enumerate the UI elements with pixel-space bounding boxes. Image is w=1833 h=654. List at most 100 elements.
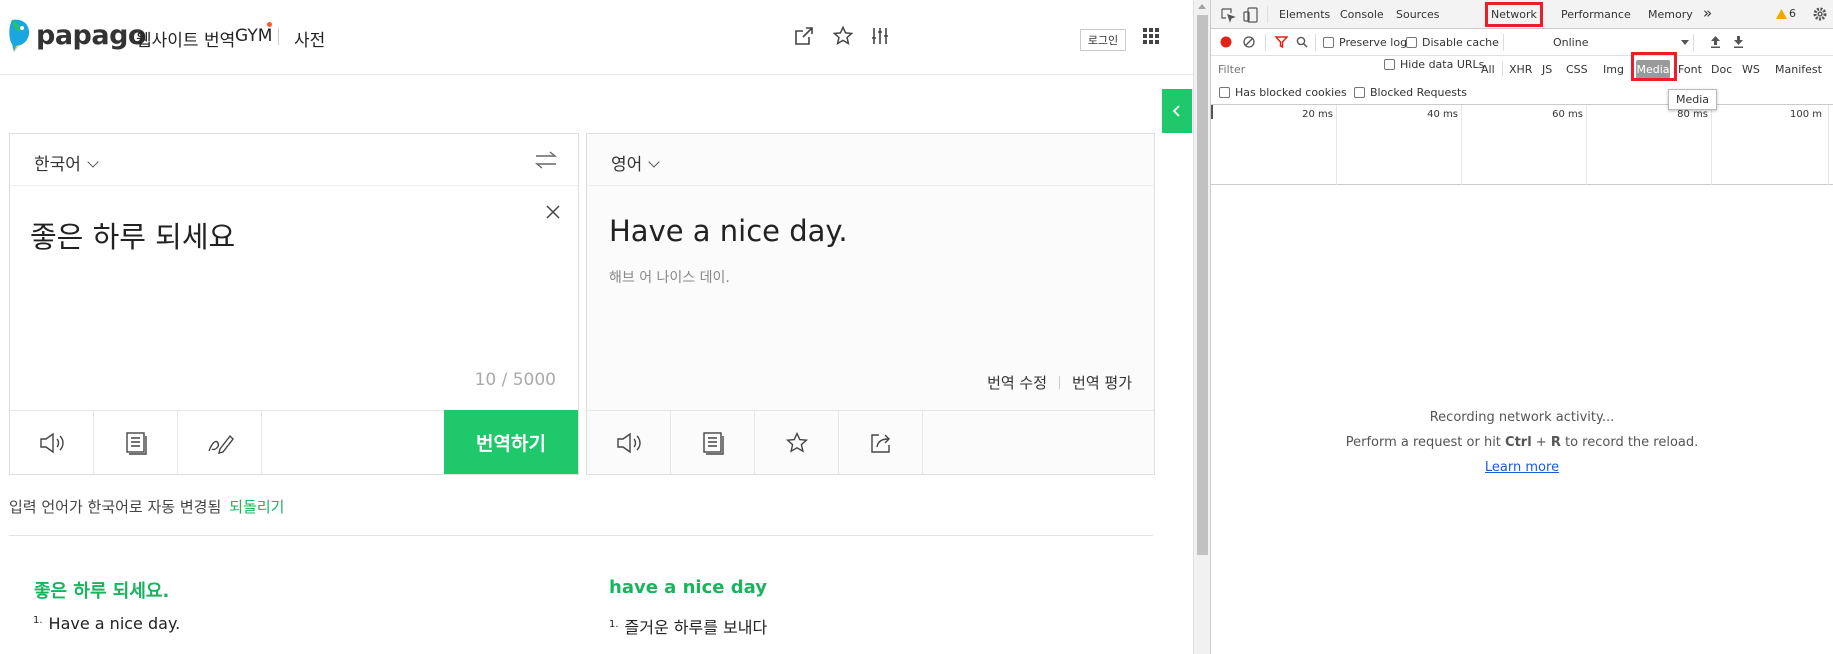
timeline-tick-label: 60 ms [1552, 109, 1583, 120]
target-speaker-button[interactable] [587, 411, 671, 474]
blocked-requests-checkbox[interactable]: Blocked Requests [1354, 86, 1467, 99]
apps-grid-icon[interactable] [1137, 22, 1165, 50]
translation-feedback-links: 번역 수정 번역 평가 [987, 372, 1132, 393]
link-separator [1059, 376, 1061, 389]
timeline-start-marker [1211, 105, 1213, 119]
papago-page: papago 웹사이트 번역 GYM 사전 로그인 한국어 좋은 하루 되세요 … [0, 0, 1193, 654]
filter-type-css[interactable]: CSS [1566, 63, 1588, 76]
papago-logo[interactable]: papago [8, 18, 146, 52]
checkbox-box[interactable] [1354, 87, 1365, 98]
settings-sliders-icon[interactable] [866, 22, 894, 50]
media-filter-highlight [1631, 52, 1677, 81]
network-timeline-overview[interactable]: 20 ms 40 ms 60 ms 80 ms 100 m [1211, 105, 1833, 185]
dictionary-source-heading[interactable]: 좋은 하루 되세요. [34, 577, 169, 603]
plus-sign: + [1531, 435, 1551, 450]
has-blocked-cookies-checkbox[interactable]: Has blocked cookies [1219, 86, 1347, 99]
tab-elements[interactable]: Elements [1279, 8, 1330, 21]
filter-type-xhr[interactable]: XHR [1509, 63, 1532, 76]
more-tabs-icon[interactable]: » [1703, 4, 1712, 22]
auto-language-note-text: 입력 언어가 한국어로 자동 변경됨 [9, 498, 222, 516]
swap-languages-icon[interactable] [534, 150, 558, 174]
nav-website-translate[interactable]: 웹사이트 번역 [136, 26, 235, 51]
filter-type-ws[interactable]: WS [1742, 63, 1760, 76]
media-tooltip: Media [1668, 89, 1718, 110]
nav-gym[interactable]: GYM [235, 26, 272, 46]
timeline-tick-label: 100 m [1790, 109, 1823, 120]
source-text-input[interactable]: 좋은 하루 되세요 [30, 214, 235, 256]
checkbox-box[interactable] [1323, 37, 1334, 48]
blocked-requests-label: Blocked Requests [1370, 86, 1468, 99]
target-note-button[interactable] [671, 411, 755, 474]
target-language-select[interactable]: 영어 [611, 150, 660, 175]
nav-dictionary[interactable]: 사전 [294, 26, 325, 51]
checkbox-box[interactable] [1219, 87, 1230, 98]
hide-data-urls-checkbox[interactable]: Hide data URLs [1384, 58, 1484, 71]
devtools-panel: Elements Console Sources Network Perform… [1210, 0, 1833, 654]
gear-icon[interactable] [1812, 6, 1828, 22]
tab-memory[interactable]: Memory [1648, 8, 1693, 21]
disable-cache-checkbox[interactable]: Disable cache [1406, 36, 1499, 49]
target-favorite-button[interactable] [755, 411, 839, 474]
scrollbar-thumb[interactable] [1197, 15, 1208, 555]
preserve-log-label: Preserve log [1339, 36, 1408, 49]
toolbar-separator [1503, 34, 1504, 51]
dictionary-source-item: 1. Have a nice day. [33, 614, 180, 633]
chevron-down-icon [648, 156, 660, 168]
filter-type-manifest[interactable]: Manifest [1775, 63, 1822, 76]
record-button[interactable] [1219, 35, 1233, 49]
source-note-button[interactable] [94, 411, 178, 474]
export-har-icon[interactable] [1731, 35, 1745, 49]
handwriting-icon [207, 434, 234, 454]
reload-hint-text-end: to record the reload. [1560, 435, 1699, 450]
source-language-label: 한국어 [34, 155, 81, 175]
translated-text: Have a nice day. [609, 214, 848, 248]
target-language-label: 영어 [611, 155, 643, 175]
star-icon[interactable] [829, 22, 857, 50]
filter-input[interactable] [1214, 59, 1376, 80]
undo-language-link[interactable]: 되돌리기 [229, 498, 284, 516]
device-toolbar-icon[interactable] [1242, 6, 1260, 24]
learn-more-link[interactable]: Learn more [1485, 460, 1559, 475]
clear-text-icon[interactable] [546, 204, 560, 223]
filter-icon[interactable] [1274, 35, 1288, 49]
rate-translation-link[interactable]: 번역 평가 [1072, 372, 1132, 393]
tab-performance[interactable]: Performance [1561, 8, 1631, 21]
timeline-gridline [1586, 105, 1587, 185]
import-har-icon[interactable] [1708, 35, 1722, 49]
edit-translation-link[interactable]: 번역 수정 [987, 372, 1047, 393]
network-tab-highlight [1485, 2, 1543, 27]
translate-button[interactable]: 번역하기 [444, 410, 578, 474]
warning-counter[interactable]: 6 [1776, 7, 1796, 20]
filter-type-font[interactable]: Font [1678, 63, 1702, 76]
filter-type-js[interactable]: JS [1542, 63, 1552, 76]
search-icon[interactable] [1295, 35, 1309, 49]
character-counter: 10 / 5000 [474, 370, 556, 390]
source-language-select[interactable]: 한국어 [34, 150, 99, 175]
scroll-up-arrow-icon[interactable] [1198, 4, 1206, 9]
tab-console[interactable]: Console [1340, 8, 1384, 21]
source-speaker-button[interactable] [10, 411, 94, 474]
preserve-log-checkbox[interactable]: Preserve log [1323, 36, 1407, 49]
inspect-element-icon[interactable] [1219, 6, 1237, 24]
throttling-select[interactable]: Online [1553, 36, 1588, 49]
toolbar-separator [1265, 34, 1266, 51]
dictionary-target-meaning: 즐거운 하루를 보내다 [624, 618, 768, 637]
note-icon [125, 431, 147, 455]
checkbox-box[interactable] [1384, 59, 1395, 70]
share-window-icon[interactable] [790, 22, 818, 50]
target-share-button[interactable] [839, 411, 923, 474]
checkbox-box[interactable] [1406, 37, 1417, 48]
record-icon [1220, 36, 1232, 48]
filter-type-all[interactable]: All [1481, 63, 1495, 76]
side-panel-toggle-button[interactable] [1162, 89, 1192, 133]
login-button[interactable]: 로그인 [1080, 29, 1126, 51]
blocked-filter-bar: Has blocked cookies Blocked Requests [1211, 83, 1833, 105]
clear-icon[interactable] [1242, 35, 1256, 49]
recording-message: Recording network activity... [1429, 410, 1615, 425]
tab-sources[interactable]: Sources [1396, 8, 1440, 21]
handwriting-button[interactable] [178, 411, 262, 474]
filter-type-img[interactable]: Img [1603, 63, 1624, 76]
dictionary-target-heading[interactable]: have a nice day [609, 577, 767, 598]
page-scrollbar[interactable] [1193, 0, 1210, 654]
filter-type-doc[interactable]: Doc [1711, 63, 1732, 76]
